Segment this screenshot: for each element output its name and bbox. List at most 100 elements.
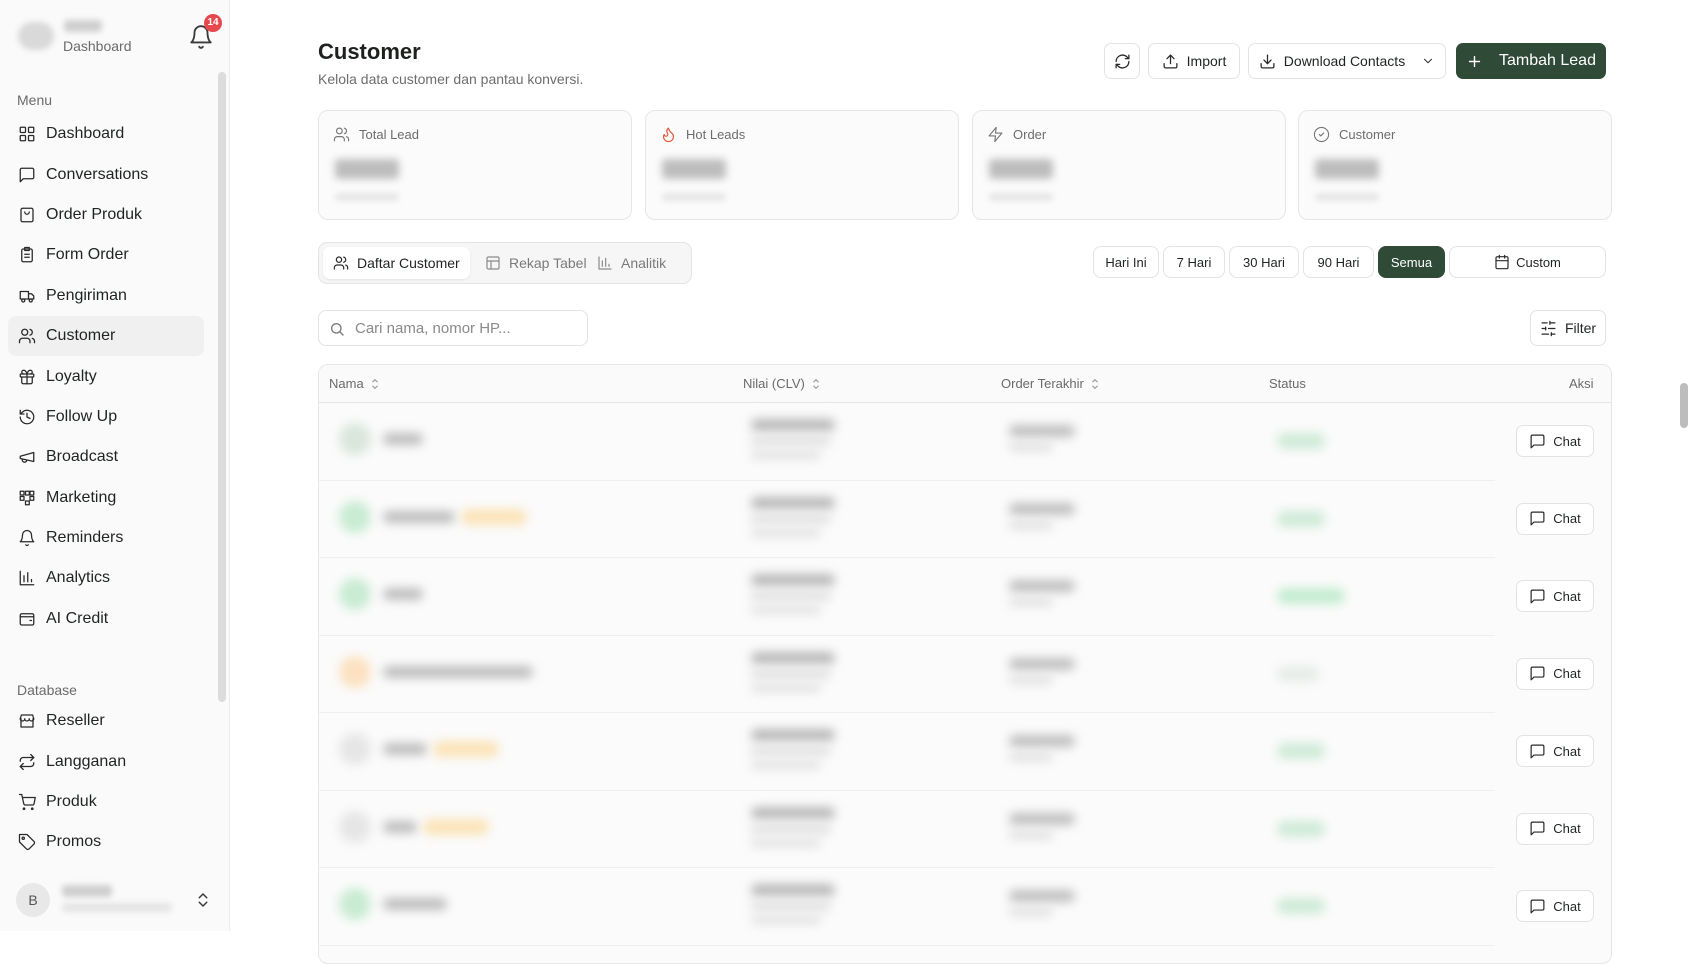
column-label: Nilai (CLV) xyxy=(743,376,805,391)
status-badge xyxy=(1277,588,1345,604)
avatar xyxy=(339,733,371,765)
bar-chart-icon xyxy=(597,255,621,271)
range-7-hari[interactable]: 7 Hari xyxy=(1163,246,1225,278)
clv-detail-redacted xyxy=(751,747,831,755)
range-90-hari[interactable]: 90 Hari xyxy=(1303,246,1374,278)
customer-tag-redacted xyxy=(433,741,499,757)
column-nilai-clv[interactable]: Nilai (CLV) xyxy=(743,376,821,391)
customer-name-redacted xyxy=(383,510,455,523)
message-square-icon xyxy=(18,166,36,184)
chevrons-up-down-icon[interactable] xyxy=(194,890,212,910)
sidebar-scrollbar[interactable] xyxy=(218,72,226,702)
avatar xyxy=(339,888,371,920)
sidebar-item-langganan[interactable]: Langganan xyxy=(8,741,204,781)
status-badge xyxy=(1277,898,1325,914)
sidebar-item-ai-credit[interactable]: AI Credit xyxy=(8,599,204,639)
tag-icon xyxy=(18,833,36,851)
range-semua[interactable]: Semua xyxy=(1378,246,1445,278)
store-icon xyxy=(18,712,36,730)
sidebar-item-order-produk[interactable]: Order Produk xyxy=(8,195,204,235)
status-badge xyxy=(1277,510,1325,527)
search-input[interactable] xyxy=(355,311,583,345)
sidebar-item-conversations[interactable]: Conversations xyxy=(8,154,204,194)
stat-label: Hot Leads xyxy=(686,127,746,142)
sidebar-item-dashboard[interactable]: Dashboard xyxy=(8,114,204,154)
stat-value-redacted xyxy=(989,159,1053,179)
column-order-terakhir[interactable]: Order Terakhir xyxy=(1001,376,1100,391)
chat-button[interactable]: Chat xyxy=(1516,735,1594,767)
filter-button[interactable]: Filter xyxy=(1530,310,1606,346)
table-row[interactable]: Chat xyxy=(319,868,1611,946)
table-row[interactable]: Chat xyxy=(319,481,1611,558)
sidebar-item-marketing[interactable]: Marketing xyxy=(8,478,204,518)
table-row[interactable]: Chat xyxy=(319,558,1611,636)
sidebar-item-analytics[interactable]: Analytics xyxy=(8,558,204,598)
download-contacts-dropdown[interactable]: Download Contacts xyxy=(1248,43,1446,79)
tab-rekap-tabel[interactable]: Rekap Tabel xyxy=(475,247,597,279)
sidebar-item-label: Order Produk xyxy=(46,205,143,223)
message-square-icon xyxy=(1529,743,1553,760)
clipboard-list-icon xyxy=(18,246,36,264)
clv-detail-redacted xyxy=(751,592,831,600)
status-badge xyxy=(1277,665,1319,682)
brand-name-redacted xyxy=(64,20,102,32)
tab-label: Analitik xyxy=(621,255,667,271)
cart-icon xyxy=(18,793,36,811)
sidebar-item-loyalty[interactable]: Loyalty xyxy=(8,356,204,396)
status-badge xyxy=(1277,433,1325,449)
user-account-switcher[interactable]: B xyxy=(8,878,218,924)
table-row[interactable]: Chat xyxy=(319,636,1611,713)
range-hari-ini[interactable]: Hari Ini xyxy=(1093,246,1159,278)
clv-detail-redacted xyxy=(751,683,821,692)
clv-value-redacted xyxy=(751,574,835,586)
refresh-button[interactable] xyxy=(1104,43,1140,79)
wallet-icon xyxy=(18,610,36,628)
clv-detail-redacted xyxy=(751,514,831,523)
chat-button[interactable]: Chat xyxy=(1516,657,1594,690)
page-scrollbar[interactable] xyxy=(1680,383,1688,428)
sidebar-item-broadcast[interactable]: Broadcast xyxy=(8,437,204,477)
sidebar-item-promos[interactable]: Promos xyxy=(8,822,204,862)
tab-analitik[interactable]: Analitik xyxy=(587,247,676,279)
table-row[interactable]: Chat xyxy=(319,713,1611,791)
sidebar-item-label: Langganan xyxy=(46,752,127,770)
sidebar-item-label: Form Order xyxy=(46,246,129,264)
sidebar-item-pengiriman[interactable]: Pengiriman xyxy=(8,276,204,316)
import-label: Import xyxy=(1186,53,1227,69)
import-button[interactable]: Import xyxy=(1148,43,1240,79)
sidebar-item-form-order[interactable]: Form Order xyxy=(8,235,204,275)
chat-button[interactable]: Chat xyxy=(1516,502,1594,535)
clv-detail-redacted xyxy=(751,437,831,445)
avatar xyxy=(339,655,371,688)
table-row[interactable]: Chat xyxy=(319,791,1611,868)
last-order-date-redacted xyxy=(1009,580,1075,592)
chat-button[interactable]: Chat xyxy=(1516,890,1594,922)
sidebar-item-follow-up[interactable]: Follow Up xyxy=(8,397,204,437)
sidebar-item-customer[interactable]: Customer xyxy=(8,315,204,357)
avatar xyxy=(339,423,371,455)
sidebar-item-reseller[interactable]: Reseller xyxy=(8,701,204,741)
column-nama[interactable]: Nama xyxy=(329,376,380,391)
clv-detail-redacted xyxy=(751,606,821,614)
user-name-redacted xyxy=(62,885,112,897)
bar-chart-icon xyxy=(18,569,36,587)
clv-detail-redacted xyxy=(751,669,831,678)
chat-button[interactable]: Chat xyxy=(1516,580,1594,612)
stat-label: Order xyxy=(1013,127,1047,142)
chat-button[interactable]: Chat xyxy=(1516,812,1594,845)
sidebar-item-reminders[interactable]: Reminders xyxy=(8,518,204,558)
plus-icon xyxy=(1466,53,1483,70)
range-30-hari[interactable]: 30 Hari xyxy=(1229,246,1299,278)
tambah-lead-label: Tambah Lead xyxy=(1499,52,1596,69)
chat-button[interactable]: Chat xyxy=(1516,425,1594,457)
grid-icon xyxy=(18,489,36,507)
clv-detail-redacted xyxy=(751,761,821,769)
stat-card-hot-leads: Hot Leads xyxy=(645,110,959,220)
menu-section-label: Menu xyxy=(17,92,53,108)
stat-caption-redacted xyxy=(989,193,1053,201)
tab-daftar-customer[interactable]: Daftar Customer xyxy=(323,247,470,279)
tambah-lead-button[interactable]: Tambah Lead xyxy=(1456,43,1606,79)
range-custom[interactable]: Custom xyxy=(1449,246,1606,278)
table-row[interactable]: Chat xyxy=(319,403,1611,481)
sidebar-item-produk[interactable]: Produk xyxy=(8,782,204,822)
